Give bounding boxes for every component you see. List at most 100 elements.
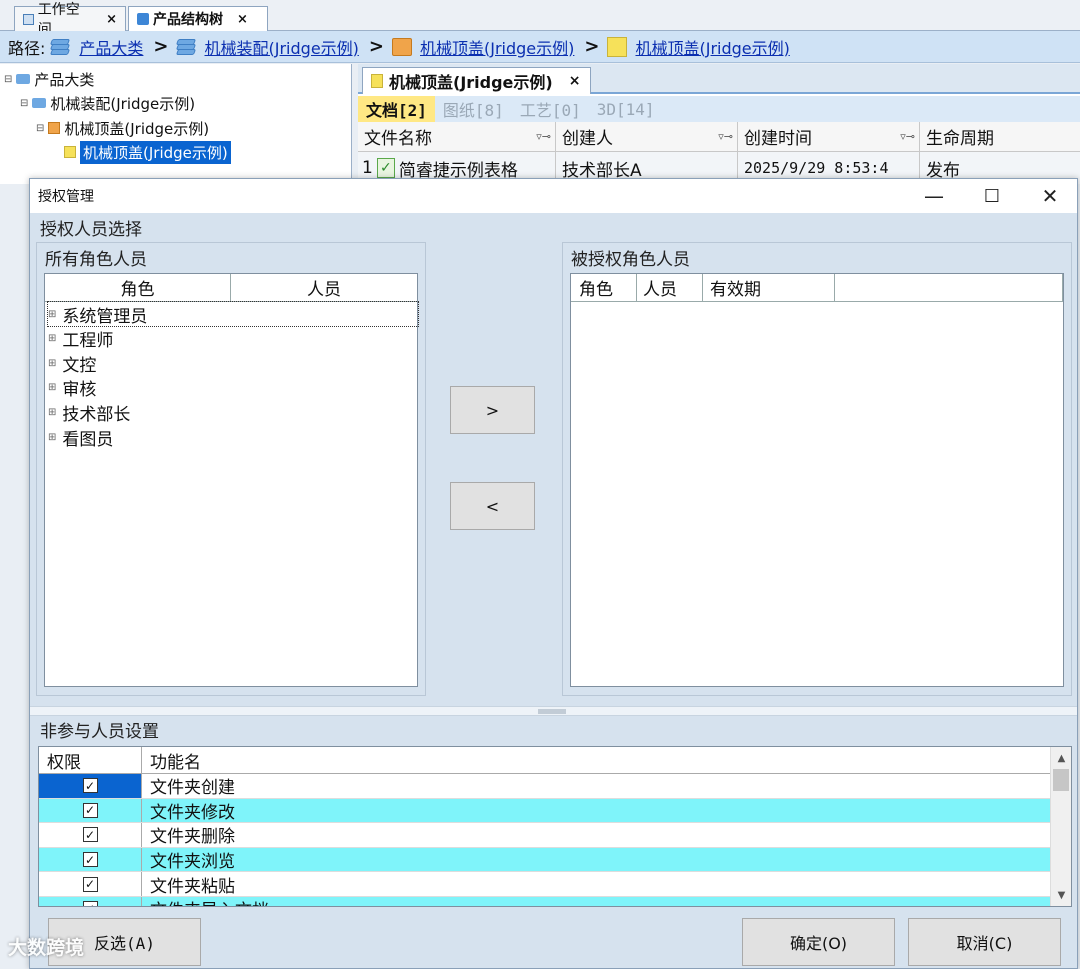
- breadcrumb-link-part[interactable]: 机械顶盖(Jridge示例): [420, 35, 574, 59]
- maximize-button[interactable]: ☐: [963, 179, 1021, 213]
- permission-checkbox[interactable]: ✓: [82, 778, 98, 794]
- tab-product-tree-label: 产品结构树: [153, 12, 223, 28]
- cell-filename-text: 简睿捷示例表格: [398, 160, 518, 181]
- scroll-down-icon[interactable]: ▼: [1051, 886, 1071, 904]
- list-item-role[interactable]: ⊞ 系统管理员: [47, 301, 419, 327]
- table-row[interactable]: ✓ 文件夹浏览: [39, 847, 1050, 873]
- tree-node-label: 机械顶盖(Jridge示例): [80, 140, 231, 164]
- column-header-permission[interactable]: 权限: [39, 747, 142, 773]
- cube-icon: [23, 13, 34, 25]
- permission-checkbox[interactable]: ✓: [82, 802, 98, 818]
- list-item-role[interactable]: ⊞ 审核: [48, 376, 96, 400]
- permission-grid-header: 权限 功能名: [39, 747, 1050, 774]
- tab-document-node-label: 机械顶盖(Jridge示例): [389, 73, 553, 92]
- function-name: 文件夹创建: [150, 778, 235, 799]
- table-row[interactable]: ✓ 文件夹修改: [39, 798, 1050, 824]
- breadcrumb-link-category[interactable]: 产品大类: [79, 35, 143, 59]
- released-check-icon: ✓: [376, 158, 395, 178]
- panel-splitter[interactable]: [30, 706, 1077, 716]
- breadcrumb-link-document[interactable]: 机械顶盖(Jridge示例): [635, 35, 789, 59]
- vertical-scrollbar[interactable]: ▲ ▼: [1050, 747, 1071, 906]
- subtab-3d[interactable]: 3D[14]: [589, 100, 663, 119]
- subtab-documents[interactable]: 文档[2]: [358, 96, 435, 122]
- table-row[interactable]: ✓ 文件夹创建: [39, 774, 1050, 799]
- group-authorized-roles: 被授权角色人员 角色 人员 有效期: [562, 242, 1072, 696]
- breadcrumb: 路径: 产品大类 > 机械装配(Jridge示例) > 机械顶盖(Jridge示…: [0, 31, 1080, 63]
- table-row[interactable]: ✓ 文件夹粘贴: [39, 872, 1050, 897]
- permission-checkbox[interactable]: ✓: [82, 852, 98, 868]
- breadcrumb-link-assembly[interactable]: 机械装配(Jridge示例): [205, 35, 359, 59]
- column-header-person[interactable]: 人员: [637, 274, 703, 301]
- ok-button[interactable]: 确定(O): [742, 918, 895, 966]
- dialog-titlebar[interactable]: 授权管理 — ☐ ✕: [30, 179, 1077, 213]
- move-right-button[interactable]: >: [450, 386, 535, 434]
- document-icon: [64, 146, 76, 158]
- permission-grid[interactable]: 权限 功能名 ✓ 文件夹创建 ✓ 文件夹修改 ✓ 文件夹删除 ✓ 文件夹浏览 ✓…: [38, 746, 1072, 907]
- column-header-lifecycle[interactable]: 生命周期: [920, 122, 1080, 151]
- expand-icon[interactable]: ⊞: [48, 333, 56, 344]
- column-header-label: 创建时间: [744, 129, 812, 149]
- table-row[interactable]: ✓ 文件夹删除: [39, 823, 1050, 848]
- expand-icon[interactable]: ⊞: [48, 382, 56, 393]
- function-name: 文件夹修改: [150, 802, 235, 823]
- expand-icon[interactable]: ⊞: [48, 432, 56, 443]
- column-header-created[interactable]: 创建时间 ▿⊸: [738, 122, 920, 151]
- expand-icon[interactable]: ⊞: [48, 358, 56, 369]
- tab-product-tree[interactable]: 产品结构树 ×: [128, 6, 268, 31]
- breadcrumb-separator: >: [584, 36, 600, 57]
- all-roles-header: 角色 人员: [45, 274, 417, 302]
- close-button[interactable]: ✕: [1021, 179, 1079, 213]
- column-header-filename[interactable]: 文件名称 ▿⊸: [358, 122, 556, 151]
- list-item-role[interactable]: ⊞ 工程师: [48, 327, 113, 351]
- authorized-roles-list[interactable]: 角色 人员 有效期: [570, 273, 1064, 687]
- filter-icon[interactable]: ▿⊸: [900, 130, 915, 143]
- tree-node-label: 产品大类: [34, 70, 95, 89]
- minimize-button[interactable]: —: [905, 179, 963, 213]
- splitter-grip[interactable]: [538, 709, 566, 714]
- column-header-role[interactable]: 角色: [45, 274, 231, 301]
- filter-icon[interactable]: ▿⊸: [718, 130, 733, 143]
- cancel-button[interactable]: 取消(C): [908, 918, 1061, 966]
- function-name: 文件夹浏览: [150, 852, 235, 873]
- scrollbar-thumb[interactable]: [1053, 769, 1069, 791]
- tree-node-document[interactable]: 机械顶盖(Jridge示例): [64, 140, 231, 164]
- watermark: 大数跨境: [8, 937, 85, 959]
- all-roles-list[interactable]: 角色 人员 ⊞ 系统管理员 ⊞ 工程师 ⊞ 文控 ⊞ 审核 ⊞ 技术部长 ⊞ 看…: [44, 273, 419, 687]
- group-all-roles: 所有角色人员 角色 人员 ⊞ 系统管理员 ⊞ 工程师 ⊞ 文控 ⊞ 审核 ⊞ 技…: [36, 242, 426, 696]
- list-item-role[interactable]: ⊞ 技术部长: [48, 400, 130, 425]
- tree-node-part[interactable]: ⊟ 机械顶盖(Jridge示例): [36, 117, 209, 139]
- authorized-roles-header: 角色 人员 有效期: [571, 274, 1063, 302]
- document-sub-tabs: 文档[2] 图纸[8] 工艺[0] 3D[14]: [358, 96, 1080, 122]
- subtab-process[interactable]: 工艺[0]: [512, 97, 589, 121]
- column-header-function[interactable]: 功能名: [142, 747, 1050, 773]
- collapse-icon: ⊟: [20, 97, 29, 109]
- tree-node-assembly[interactable]: ⊟ 机械装配(Jridge示例): [20, 92, 195, 114]
- tab-workspace-close-icon[interactable]: ×: [106, 12, 117, 27]
- tree-node-category[interactable]: ⊟ 产品大类: [4, 68, 94, 90]
- table-row[interactable]: ✓ 文件夹导入文档: [39, 897, 1050, 906]
- document-icon: [607, 36, 628, 57]
- filter-icon[interactable]: ▿⊸: [536, 130, 551, 143]
- tab-document-node-close-icon[interactable]: ×: [569, 73, 581, 89]
- permission-cell: ✓: [39, 847, 142, 872]
- scroll-up-icon[interactable]: ▲: [1051, 749, 1071, 767]
- tab-document-node[interactable]: 机械顶盖(Jridge示例) ×: [362, 67, 592, 94]
- subtab-drawings[interactable]: 图纸[8]: [435, 97, 512, 121]
- column-header-person[interactable]: 人员: [231, 274, 417, 301]
- tab-product-tree-close-icon[interactable]: ×: [237, 12, 248, 27]
- tree-node-label: 机械装配(Jridge示例): [50, 94, 196, 113]
- tab-workspace[interactable]: 工作空间 ×: [14, 2, 126, 38]
- list-item-role[interactable]: ⊞ 看图员: [48, 425, 113, 450]
- column-header-creator[interactable]: 创建人 ▿⊸: [556, 122, 738, 151]
- breadcrumb-prefix: 路径:: [8, 38, 46, 58]
- list-item-role[interactable]: ⊞ 文控: [48, 351, 96, 376]
- move-left-button[interactable]: <: [450, 482, 535, 530]
- permission-checkbox[interactable]: ✓: [82, 827, 98, 843]
- permission-checkbox[interactable]: ✓: [82, 901, 98, 906]
- column-header-role[interactable]: 角色: [571, 274, 637, 301]
- column-header-validity[interactable]: 有效期: [703, 274, 835, 301]
- dialog-title: 授权管理: [38, 189, 94, 205]
- expand-icon[interactable]: ⊞: [48, 407, 56, 418]
- permission-checkbox[interactable]: ✓: [82, 876, 98, 892]
- expand-icon[interactable]: ⊞: [48, 309, 56, 320]
